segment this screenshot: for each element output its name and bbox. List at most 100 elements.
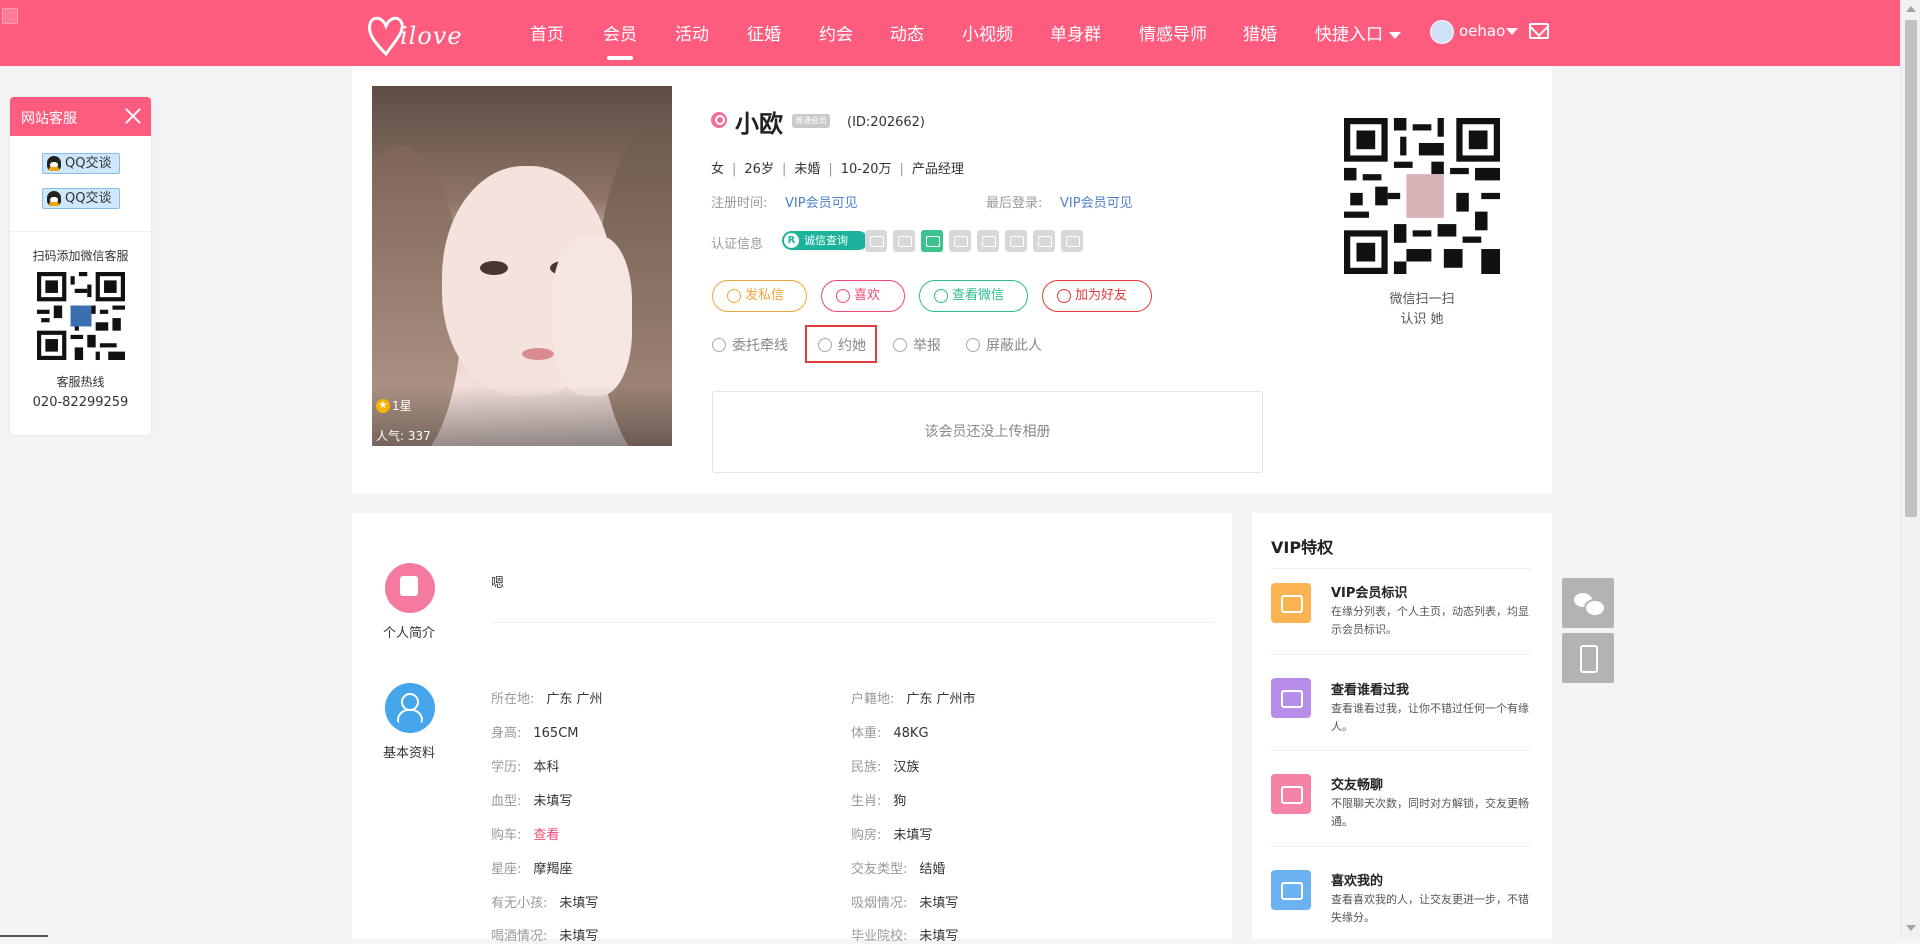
field-value: 本科 — [533, 760, 560, 775]
id-card-icon[interactable] — [865, 230, 887, 252]
chevron-down-icon[interactable] — [1506, 28, 1518, 35]
nav-members[interactable]: 会员 — [603, 20, 637, 60]
field-value: 未填写 — [893, 828, 933, 843]
qq-chat-button[interactable]: QQ交谈 — [42, 153, 120, 174]
nav-singles-group[interactable]: 单身群 — [1050, 20, 1101, 45]
service-title: 网站客服 — [21, 111, 77, 127]
nav-moments[interactable]: 动态 — [890, 20, 924, 45]
intro-section-title: 个人简介 — [382, 626, 435, 641]
qr-caption-know-her: 认识 她 — [1400, 312, 1444, 327]
basic-info-icon — [385, 683, 435, 733]
education-icon[interactable] — [977, 230, 999, 252]
divider — [1271, 750, 1531, 751]
field-key: 毕业院校: — [851, 929, 908, 944]
register-time-link[interactable]: VIP会员可见 — [785, 192, 858, 211]
meta-job: 产品经理 — [911, 162, 964, 177]
divider — [491, 622, 1214, 623]
field-key: 购房: — [851, 828, 882, 843]
popularity-count: 人气: 337 — [376, 429, 431, 443]
scrollbar[interactable] — [1900, 0, 1920, 939]
nav-short-video[interactable]: 小视频 — [962, 20, 1013, 45]
smile-icon — [727, 289, 741, 303]
wechat-qr-code[interactable] — [1344, 118, 1500, 274]
profile-photo[interactable] — [372, 86, 672, 446]
add-friend-label: 加为好友 — [1075, 288, 1128, 303]
user-block-icon — [966, 338, 980, 352]
customer-service-panel: 网站客服 QQ交谈 QQ交谈 扫码添加微信客服 客服热线 020-8229925… — [10, 97, 151, 435]
field-ethnicity: 民族: 汉族 — [851, 756, 919, 775]
star-level-badge: ★ 1星 — [376, 397, 412, 414]
meta-separator: | — [732, 162, 737, 177]
vip-title: VIP特权 — [1271, 538, 1334, 557]
vip-item-desc: 查看喜欢我的人，让交友更进一步，不错失缘分。 — [1331, 893, 1529, 924]
matchmaker-link[interactable]: 委托牵线 — [712, 335, 788, 355]
nav-emotion-mentor[interactable]: 情感导师 — [1139, 20, 1207, 45]
nav-hunting-marriage[interactable]: 猎婚 — [1243, 20, 1277, 45]
photo-lips — [522, 348, 554, 360]
photo-eye — [480, 261, 508, 275]
chevron-down-icon — [1389, 31, 1401, 39]
scroll-down-arrow-icon[interactable] — [1906, 925, 1916, 931]
window-corner-icon — [2, 8, 18, 24]
nav-dating[interactable]: 约会 — [819, 20, 853, 45]
bottom-edge-line — [0, 935, 48, 937]
report-link[interactable]: 举报 — [893, 335, 941, 355]
house-icon[interactable] — [1033, 230, 1055, 252]
nav-quick-entry[interactable]: 快捷入口 — [1315, 20, 1401, 45]
like-button[interactable]: 喜欢 — [821, 280, 905, 312]
vip-item-title: VIP会员标识 — [1331, 586, 1408, 601]
field-key: 星座: — [491, 862, 522, 877]
handshake-icon — [712, 338, 726, 352]
field-value: 摩羯座 — [533, 862, 573, 877]
site-logo[interactable]: ilove — [366, 10, 462, 58]
field-key: 吸烟情况: — [851, 896, 908, 911]
email-icon[interactable] — [949, 230, 971, 252]
credit-query-label: 诚信查询 — [804, 234, 848, 247]
vip-item-desc: 查看谁看过我，让你不错过任何一个有缘人。 — [1331, 702, 1529, 733]
meta-income: 10-20万 — [840, 162, 892, 177]
close-icon[interactable] — [124, 107, 142, 125]
register-time-label: 注册时间: — [711, 196, 768, 211]
vip-item-desc: 在缘分列表，个人主页，动态列表，均显示会员标识。 — [1331, 605, 1529, 636]
send-message-label: 发私信 — [745, 288, 785, 303]
field-key: 学历: — [491, 760, 522, 775]
field-key: 户籍地: — [851, 692, 895, 707]
field-house: 购房: 未填写 — [851, 824, 932, 843]
report-label: 举报 — [913, 338, 941, 354]
view-car-link[interactable]: 查看 — [533, 828, 559, 843]
field-height: 身高: 165CM — [491, 722, 579, 741]
crown-icon — [1271, 583, 1311, 623]
car-icon[interactable] — [1005, 230, 1027, 252]
scroll-thumb[interactable] — [1905, 20, 1917, 517]
block-user-link[interactable]: 屏蔽此人 — [966, 335, 1042, 355]
last-login-link[interactable]: VIP会员可见 — [1060, 192, 1133, 211]
nav-matchmaking[interactable]: 征婚 — [747, 20, 781, 45]
nav-home[interactable]: 首页 — [530, 20, 564, 45]
weibo-icon[interactable] — [893, 230, 915, 252]
view-wechat-button[interactable]: 查看微信 — [919, 280, 1028, 312]
field-value: 广东 广州市 — [906, 692, 976, 707]
intro-text: 嗯 — [491, 576, 505, 591]
hotline-label: 客服热线 — [56, 375, 105, 389]
wechat-float-button[interactable] — [1562, 578, 1614, 628]
star-level: 1星 — [392, 399, 412, 413]
qq-penguin-icon — [47, 156, 61, 171]
warning-icon — [893, 338, 907, 352]
qq-chat-button[interactable]: QQ交谈 — [42, 188, 120, 209]
wechat-service-text: 扫码添加微信客服 — [32, 249, 129, 263]
add-friend-button[interactable]: 加为好友 — [1042, 280, 1152, 312]
send-message-button[interactable]: 发私信 — [712, 280, 807, 312]
detail-card — [352, 513, 1232, 939]
credit-query-button[interactable]: R 诚信查询 — [782, 231, 868, 250]
nav-quick-entry-label: 快捷入口 — [1315, 25, 1383, 45]
mail-icon[interactable] — [1529, 23, 1549, 39]
mobile-float-button[interactable] — [1562, 633, 1614, 683]
person-verify-icon[interactable] — [1061, 230, 1083, 252]
scroll-up-arrow-icon[interactable] — [1906, 6, 1916, 12]
field-key: 民族: — [851, 760, 882, 775]
avatar[interactable] — [1430, 20, 1454, 44]
user-name[interactable]: oehao — [1459, 22, 1505, 40]
phone-icon[interactable] — [921, 230, 943, 252]
member-level-badge: 普通会员 — [792, 114, 830, 128]
nav-activities[interactable]: 活动 — [675, 20, 709, 45]
